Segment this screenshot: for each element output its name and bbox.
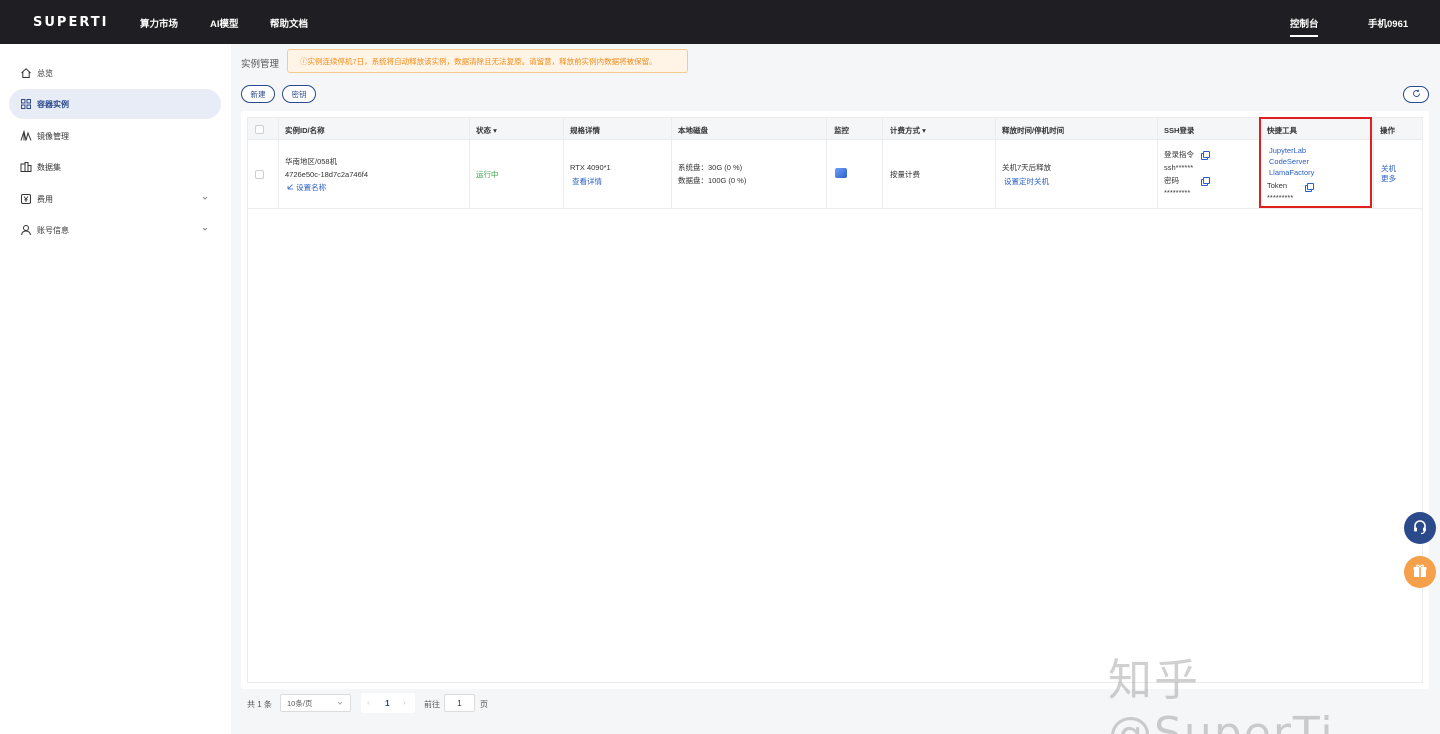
sidebar-item-account[interactable]: 账号信息 xyxy=(9,215,221,245)
chevron-down-icon xyxy=(336,699,344,709)
logo[interactable]: SUPERTI xyxy=(33,15,108,30)
col-disk: 本地磁盘 xyxy=(678,126,708,135)
sidebar-item-label: 总览 xyxy=(37,68,53,78)
col-release-time: 释放时间/停机时间 xyxy=(1002,126,1065,135)
top-navbar: SUPERTI 算力市场 AI模型 帮助文档 控制台 手机0961 xyxy=(0,0,1440,44)
col-status-label: 状态 xyxy=(476,126,491,135)
col-spec: 规格详情 xyxy=(570,126,600,135)
sidebar-item-overview[interactable]: 总览 xyxy=(9,58,221,88)
release-policy: 关机7天后释放 xyxy=(1002,163,1052,172)
nav-ai-models[interactable]: AI模型 xyxy=(210,16,239,30)
nav-help-docs[interactable]: 帮助文档 xyxy=(270,16,308,30)
key-button[interactable]: 密钥 xyxy=(282,85,316,103)
watermark: 知乎 @SuperTi xyxy=(1108,655,1335,734)
sidebar-item-billing[interactable]: 费用 xyxy=(9,184,221,214)
refresh-icon xyxy=(1412,89,1421,100)
database-icon xyxy=(20,161,32,173)
sort-caret-icon: ▾ xyxy=(922,126,926,135)
ssh-command: ssh****** xyxy=(1164,163,1194,172)
instance-table-panel: 实例ID/名称 状态 ▾ 规格详情 本地磁盘 监控 计费方式 ▾ 释放时间/停机… xyxy=(241,111,1429,689)
goto-page-input[interactable]: 1 xyxy=(444,694,475,712)
nav-active-indicator xyxy=(1290,35,1318,37)
sidebar-item-label: 费用 xyxy=(37,194,53,204)
instance-region: 华南地区/058机 xyxy=(285,157,338,166)
layers-icon xyxy=(20,130,32,142)
col-billing-label: 计费方式 xyxy=(890,126,920,135)
set-name-label: 设置名称 xyxy=(296,183,327,192)
user-menu[interactable]: 手机0961 xyxy=(1368,16,1408,30)
ssh-password: ********* xyxy=(1164,188,1191,197)
pagination-total: 共 1 条 xyxy=(247,700,272,709)
notice-text: ⓘ实例连续停机7日，系统将自动释放该实例，数据清除且无法复原。请留意，释放前实例… xyxy=(300,56,657,66)
col-billing[interactable]: 计费方式 ▾ xyxy=(890,125,926,136)
sidebar-item-label: 镜像管理 xyxy=(37,131,69,141)
col-actions: 操作 xyxy=(1380,126,1395,135)
copy-icon[interactable] xyxy=(1201,177,1211,187)
monitor-icon xyxy=(835,168,847,178)
grid-icon xyxy=(20,98,32,110)
instance-id: 4726e50c-18d7c2a746f4 xyxy=(285,170,368,179)
chevron-down-icon xyxy=(201,225,209,235)
col-ssh: SSH登录 xyxy=(1164,126,1195,135)
nav-console[interactable]: 控制台 xyxy=(1290,16,1319,30)
sidebar-item-container-instances[interactable]: 容器实例 xyxy=(9,89,221,119)
page-unit-label: 页 xyxy=(480,700,488,709)
edit-icon xyxy=(287,183,296,192)
view-detail-link[interactable]: 查看详情 xyxy=(572,175,602,188)
refresh-button[interactable] xyxy=(1403,86,1429,103)
status-badge: 运行中 xyxy=(476,170,499,179)
goto-label: 前往 xyxy=(424,700,440,709)
ssh-command-label-text: 登录指令 xyxy=(1164,150,1194,159)
next-page-icon[interactable]: › xyxy=(403,698,406,707)
select-all-checkbox[interactable] xyxy=(255,125,264,134)
monitor-button[interactable] xyxy=(835,168,847,178)
sidebar-item-image-management[interactable]: 镜像管理 xyxy=(9,121,221,151)
set-shutdown-link[interactable]: 设置定时关机 xyxy=(1004,175,1049,188)
pager: ‹ 1 › xyxy=(361,693,415,713)
sidebar-item-datasets[interactable]: 数据集 xyxy=(9,152,221,182)
prev-page-icon[interactable]: ‹ xyxy=(367,698,370,707)
nav-compute-market[interactable]: 算力市场 xyxy=(140,16,178,30)
sidebar-item-label: 数据集 xyxy=(37,162,61,172)
billing-mode: 按量计费 xyxy=(890,170,920,179)
gift-button[interactable] xyxy=(1404,556,1436,588)
row-checkbox[interactable] xyxy=(255,170,264,179)
sidebar-item-label: 账号信息 xyxy=(37,225,69,235)
instance-table: 实例ID/名称 状态 ▾ 规格详情 本地磁盘 监控 计费方式 ▾ 释放时间/停机… xyxy=(247,117,1423,683)
col-monitor: 监控 xyxy=(834,126,849,135)
more-action[interactable]: 更多 xyxy=(1381,172,1396,185)
user-icon xyxy=(20,224,32,236)
quick-tools-highlight xyxy=(1259,117,1372,208)
page-size-select[interactable]: 10条/页 xyxy=(280,694,351,712)
gift-icon xyxy=(1411,562,1429,582)
gpu-spec: RTX 4090*1 xyxy=(570,163,611,172)
new-instance-button[interactable]: 新建 xyxy=(241,85,275,103)
current-page[interactable]: 1 xyxy=(385,698,390,708)
table-row: 华南地区/058机 4726e50c-18d7c2a746f4 设置名称 运行中… xyxy=(248,140,1422,209)
billing-icon xyxy=(20,193,32,205)
set-name-link[interactable]: 设置名称 xyxy=(287,181,326,194)
page-size-value: 10条/页 xyxy=(287,698,313,708)
chevron-down-icon xyxy=(201,194,209,204)
ssh-password-label-text: 密码 xyxy=(1164,176,1179,185)
sort-caret-icon: ▾ xyxy=(493,126,497,135)
release-warning-notice: ⓘ实例连续停机7日，系统将自动释放该实例，数据清除且无法复原。请留意，释放前实例… xyxy=(287,49,688,73)
sidebar: 总览 容器实例 镜像管理 数据集 费用 账号信息 xyxy=(0,44,231,734)
table-header: 实例ID/名称 状态 ▾ 规格详情 本地磁盘 监控 计费方式 ▾ 释放时间/停机… xyxy=(248,118,1422,140)
ssh-command-label: 登录指令 xyxy=(1164,148,1211,161)
copy-icon[interactable] xyxy=(1201,151,1211,161)
col-instance-id: 实例ID/名称 xyxy=(285,126,325,135)
system-disk: 系统盘：30G (0 %) xyxy=(678,163,743,172)
col-status[interactable]: 状态 ▾ xyxy=(476,125,497,136)
data-disk: 数据盘：100G (0 %) xyxy=(678,176,747,185)
support-button[interactable] xyxy=(1404,512,1436,544)
home-icon xyxy=(20,67,32,79)
page-title: 实例管理 xyxy=(241,59,280,70)
headset-icon xyxy=(1411,518,1429,538)
sidebar-item-label: 容器实例 xyxy=(37,99,69,109)
